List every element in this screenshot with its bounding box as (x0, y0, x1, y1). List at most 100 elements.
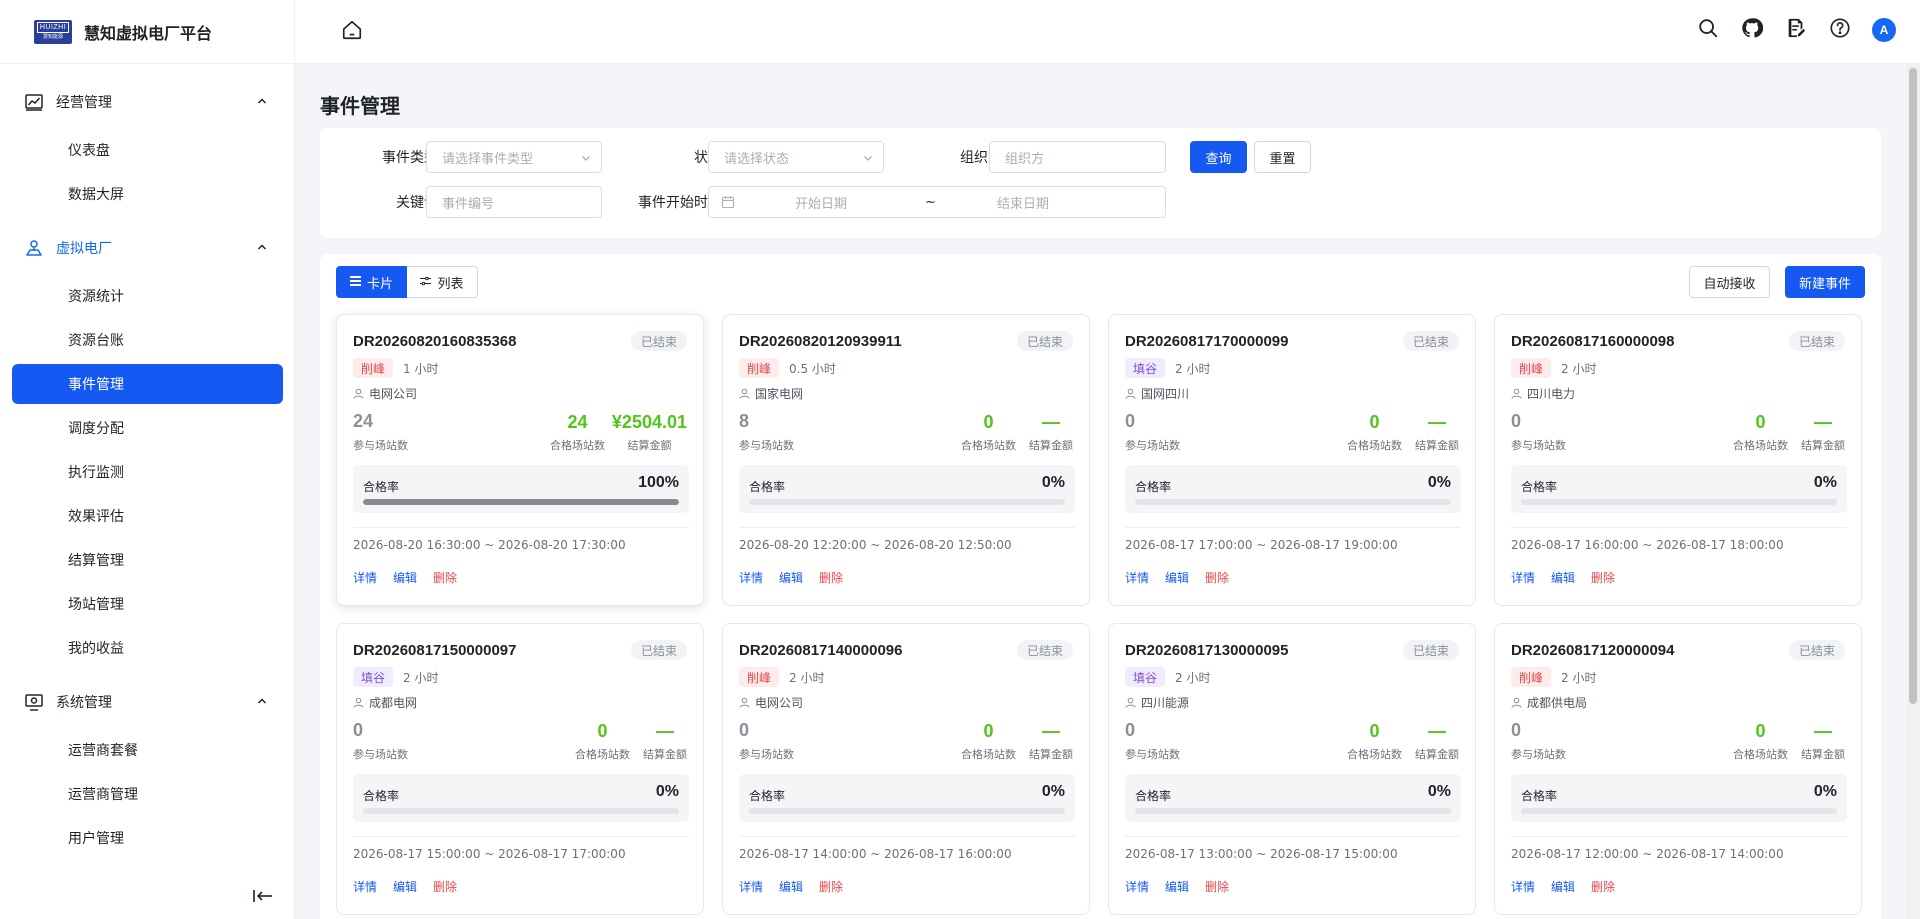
detail-link[interactable]: 详情 (739, 569, 763, 586)
sidebar-group-system[interactable]: 系统管理 (0, 680, 295, 724)
date-range-picker[interactable]: 开始日期 ~ 结束日期 (708, 186, 1166, 218)
event-card[interactable]: DR20260817140000096 已结束 削峰 2 小时 电网公司 0 参与场站数 0 合… (722, 623, 1090, 915)
search-button[interactable] (1696, 18, 1720, 42)
event-id: DR20260817120000094 (1511, 642, 1675, 659)
settlement-amount: — (1428, 412, 1446, 432)
top-header: HUIZHI 慧知能源 慧知虚拟电厂平台 A (0, 0, 1920, 64)
delete-link[interactable]: 删除 (1205, 569, 1229, 586)
scrollbar-thumb[interactable] (1909, 68, 1917, 704)
pass-rate-value: 0% (655, 783, 679, 800)
delete-link[interactable]: 删除 (433, 878, 457, 895)
detail-link[interactable]: 详情 (353, 878, 377, 895)
sidebar-item-evaluation[interactable]: 效果评估 (12, 496, 283, 536)
detail-link[interactable]: 详情 (1511, 878, 1535, 895)
reset-button[interactable]: 重置 (1254, 141, 1311, 173)
event-card[interactable]: DR20260820160835368 已结束 削峰 1 小时 电网公司 24 参与场站数 2… (336, 314, 704, 606)
avatar[interactable]: A (1872, 18, 1896, 42)
pass-rate-bar (1521, 808, 1837, 814)
sidebar-item-resource-stats[interactable]: 资源统计 (12, 276, 283, 316)
edit-link[interactable]: 编辑 (1165, 569, 1189, 586)
sidebar-group-operations[interactable]: 经营管理 (0, 80, 295, 124)
new-event-button[interactable]: 新建事件 (1785, 266, 1865, 298)
delete-link[interactable]: 删除 (1591, 878, 1615, 895)
github-button[interactable] (1740, 18, 1764, 42)
detail-link[interactable]: 详情 (1125, 569, 1149, 586)
sidebar-item-dispatch[interactable]: 调度分配 (12, 408, 283, 448)
detail-link[interactable]: 详情 (1125, 878, 1149, 895)
delete-link[interactable]: 删除 (819, 569, 843, 586)
detail-link[interactable]: 详情 (739, 878, 763, 895)
sidebar-item-event-management[interactable]: 事件管理 (12, 364, 283, 404)
edit-link[interactable]: 编辑 (779, 878, 803, 895)
event-card[interactable]: DR20260817130000095 已结束 填谷 2 小时 四川能源 0 参与场站数 0 合… (1108, 623, 1476, 915)
delete-link[interactable]: 删除 (433, 569, 457, 586)
card-divider (1511, 527, 1847, 528)
edit-link[interactable]: 编辑 (393, 878, 417, 895)
event-organizer: 国家电网 (739, 385, 803, 402)
event-card[interactable]: DR20260817170000099 已结束 填谷 2 小时 国网四川 0 参与场站数 0 合… (1108, 314, 1476, 606)
delete-link[interactable]: 删除 (1205, 878, 1229, 895)
home-button[interactable] (339, 19, 365, 45)
delete-link[interactable]: 删除 (819, 878, 843, 895)
org-input[interactable]: 组织方 (989, 141, 1166, 173)
edit-link[interactable]: 编辑 (1551, 878, 1575, 895)
event-type-tag: 削峰 (353, 358, 394, 378)
settlement-amount: — (1428, 721, 1446, 741)
event-id: DR20260820120939911 (739, 333, 902, 350)
detail-link[interactable]: 详情 (353, 569, 377, 586)
amount-stat: — 结算金额 (1029, 720, 1073, 762)
event-time-range: 2026-08-17 13:00:00 ~ 2026-08-17 15:00:0… (1125, 847, 1398, 861)
sidebar-item-earnings[interactable]: 我的收益 (12, 628, 283, 668)
sidebar-item-operator-management[interactable]: 运营商管理 (12, 774, 283, 814)
detail-link[interactable]: 详情 (1511, 569, 1535, 586)
view-toggle: 卡片 列表 (336, 266, 478, 298)
sidebar-item-settlement[interactable]: 结算管理 (12, 540, 283, 580)
user-icon (353, 388, 364, 399)
auto-accept-button[interactable]: 自动接收 (1689, 266, 1770, 298)
edit-link[interactable]: 编辑 (1165, 878, 1189, 895)
qualified-label: 合格场站数 (1733, 748, 1788, 761)
page-scrollbar[interactable] (1906, 64, 1920, 919)
pass-rate-label: 合格率 (1135, 480, 1172, 494)
event-card[interactable]: DR20260820120939911 已结束 削峰 0.5 小时 国家电网 8 参与场站数… (722, 314, 1090, 606)
document-edit-button[interactable] (1784, 18, 1808, 42)
card-view-button[interactable]: 卡片 (336, 266, 407, 298)
sidebar-collapse-button[interactable] (252, 886, 274, 906)
event-card[interactable]: DR20260817150000097 已结束 填谷 2 小时 成都电网 0 参与场站数 0 合… (336, 623, 704, 915)
event-type-select[interactable]: 请选择事件类型 (426, 141, 602, 173)
pass-rate-label: 合格率 (1135, 789, 1172, 803)
status-select[interactable]: 请选择状态 (708, 141, 884, 173)
card-divider (739, 836, 1075, 837)
sidebar-item-resource-ledger[interactable]: 资源台账 (12, 320, 283, 360)
sidebar-item-monitoring[interactable]: 执行监测 (12, 452, 283, 492)
sidebar-item-dashboard[interactable]: 仪表盘 (12, 130, 283, 170)
amount-stat: — 结算金额 (1801, 720, 1845, 762)
filter-panel: 事件类型 请选择事件类型 状态 请选择状态 组织方 组织方 查询 重置 关键词 … (320, 128, 1881, 238)
chevron-down-icon (864, 156, 872, 161)
query-button[interactable]: 查询 (1190, 141, 1247, 173)
chart-icon (24, 92, 44, 112)
sidebar-item-stations[interactable]: 场站管理 (12, 584, 283, 624)
event-card[interactable]: DR20260817120000094 已结束 削峰 2 小时 成都供电局 0 参与场站数 0… (1494, 623, 1862, 915)
edit-link[interactable]: 编辑 (779, 569, 803, 586)
help-button[interactable] (1828, 18, 1852, 42)
sidebar-item-data-screen[interactable]: 数据大屏 (12, 174, 283, 214)
chevron-down-icon (582, 156, 590, 161)
sliders-icon (420, 276, 432, 289)
list-view-button[interactable]: 列表 (407, 266, 478, 298)
event-duration: 2 小时 (1561, 362, 1597, 376)
event-card[interactable]: DR20260817160000098 已结束 削峰 2 小时 四川电力 0 参与场站数 0 合… (1494, 314, 1862, 606)
pass-rate-bar (363, 808, 679, 814)
participant-count: 0 (353, 720, 364, 740)
edit-link[interactable]: 编辑 (393, 569, 417, 586)
sidebar-group-vpp[interactable]: 虚拟电厂 (0, 226, 295, 270)
chevron-up-icon (257, 244, 267, 250)
end-date-placeholder: 结束日期 (997, 196, 1050, 212)
collapse-left-icon (253, 890, 272, 902)
keyword-input[interactable]: 事件编号 (426, 186, 602, 218)
edit-link[interactable]: 编辑 (1551, 569, 1575, 586)
delete-link[interactable]: 删除 (1591, 569, 1615, 586)
sidebar-item-user-management[interactable]: 用户管理 (12, 818, 283, 858)
sidebar-item-operator-plans[interactable]: 运营商套餐 (12, 730, 283, 770)
settlement-amount: ¥2504.01 (611, 412, 687, 432)
